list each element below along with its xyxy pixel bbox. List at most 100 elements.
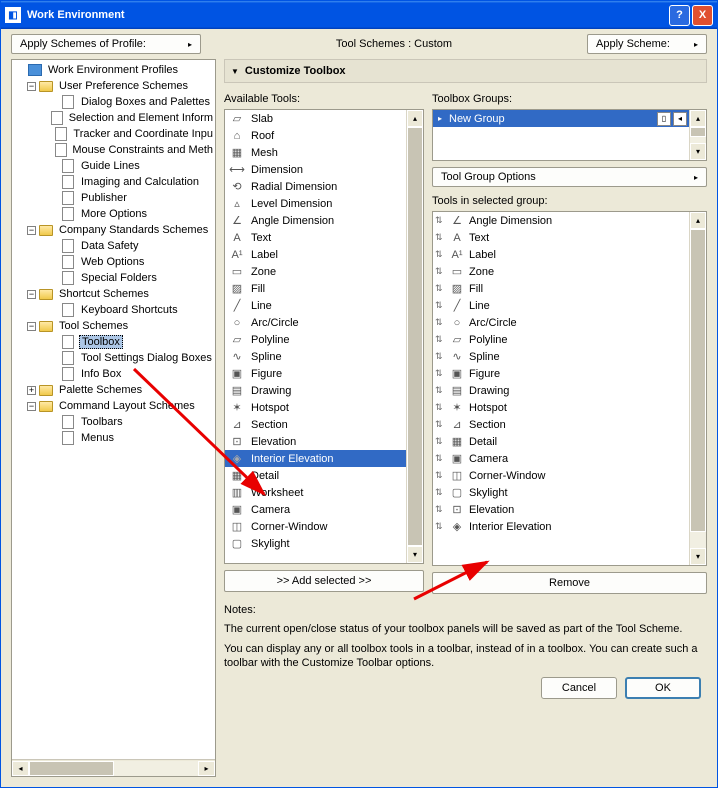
section-header[interactable]: ▼ Customize Toolbox xyxy=(224,59,707,83)
available-tool-item[interactable]: ⌂Roof xyxy=(225,127,406,144)
selected-tool-item[interactable]: ⇅⊡Elevation xyxy=(433,501,689,518)
selected-tool-item[interactable]: ⇅AText xyxy=(433,229,689,246)
selected-tool-item[interactable]: ⇅∿Spline xyxy=(433,348,689,365)
available-tool-item[interactable]: ⊿Section xyxy=(225,416,406,433)
scroll-track[interactable] xyxy=(29,761,198,776)
close-button[interactable]: X xyxy=(692,5,713,26)
drag-handle-icon[interactable]: ⇅ xyxy=(435,453,445,464)
tree-item[interactable]: Tool Settings Dialog Boxes xyxy=(12,350,215,366)
tree-item[interactable]: Toolbox xyxy=(12,334,215,350)
drag-handle-icon[interactable]: ⇅ xyxy=(435,334,445,345)
available-tool-item[interactable]: ▣Camera xyxy=(225,501,406,518)
selected-tool-item[interactable]: ⇅▣Camera xyxy=(433,450,689,467)
available-tool-item[interactable]: ▵Level Dimension xyxy=(225,195,406,212)
available-scrollbar[interactable]: ▴ ▾ xyxy=(406,110,423,563)
tree-toggle-icon[interactable]: − xyxy=(27,82,36,91)
drag-handle-icon[interactable]: ⇅ xyxy=(435,249,445,260)
available-tool-item[interactable]: A¹Label xyxy=(225,246,406,263)
add-selected-button[interactable]: >> Add selected >> xyxy=(224,570,424,592)
tree-toggle-icon[interactable]: − xyxy=(27,402,36,411)
available-tool-item[interactable]: ▤Drawing xyxy=(225,382,406,399)
group-lock-icon[interactable]: ◂ xyxy=(673,112,687,126)
available-tool-item[interactable]: ▣Figure xyxy=(225,365,406,382)
tree-item[interactable]: Web Options xyxy=(12,254,215,270)
available-tool-item[interactable]: ▱Polyline xyxy=(225,331,406,348)
tree-toggle-icon[interactable]: + xyxy=(27,386,36,395)
scroll-thumb[interactable] xyxy=(690,229,706,532)
scroll-down-button[interactable]: ▾ xyxy=(690,143,706,160)
selected-tool-item[interactable]: ⇅◫Corner-Window xyxy=(433,467,689,484)
drag-handle-icon[interactable]: ⇅ xyxy=(435,385,445,396)
drag-handle-icon[interactable]: ⇅ xyxy=(435,504,445,515)
drag-handle-icon[interactable]: ⇅ xyxy=(435,215,445,226)
selected-scrollbar[interactable]: ▴ ▾ xyxy=(689,212,706,565)
drag-handle-icon[interactable]: ⇅ xyxy=(435,317,445,328)
tree-h-scrollbar[interactable]: ◂ ▸ xyxy=(12,759,215,776)
drag-handle-icon[interactable]: ⇅ xyxy=(435,232,445,243)
scroll-down-button[interactable]: ▾ xyxy=(407,546,423,563)
selected-tool-item[interactable]: ⇅╱Line xyxy=(433,297,689,314)
drag-handle-icon[interactable]: ⇅ xyxy=(435,266,445,277)
toolbox-groups-list[interactable]: ▸New Group▯◂ ▴ ▾ xyxy=(432,109,707,161)
available-tool-item[interactable]: ▦Mesh xyxy=(225,144,406,161)
scroll-left-button[interactable]: ◂ xyxy=(12,761,29,776)
available-tool-item[interactable]: ╱Line xyxy=(225,297,406,314)
tree-item[interactable]: Mouse Constraints and Meth xyxy=(12,142,215,158)
selected-tool-item[interactable]: ⇅▨Fill xyxy=(433,280,689,297)
tree-item[interactable]: −Shortcut Schemes xyxy=(12,286,215,302)
drag-handle-icon[interactable]: ⇅ xyxy=(435,419,445,430)
tree-item[interactable]: Publisher xyxy=(12,190,215,206)
selected-tool-item[interactable]: ⇅A¹Label xyxy=(433,246,689,263)
available-tool-item[interactable]: ▨Fill xyxy=(225,280,406,297)
available-tool-item[interactable]: AText xyxy=(225,229,406,246)
selected-tools-list[interactable]: ⇅∠Angle Dimension⇅AText⇅A¹Label⇅▭Zone⇅▨F… xyxy=(432,211,707,566)
tree-item[interactable]: +Palette Schemes xyxy=(12,382,215,398)
selected-tool-item[interactable]: ⇅✶Hotspot xyxy=(433,399,689,416)
drag-handle-icon[interactable]: ⇅ xyxy=(435,368,445,379)
remove-button[interactable]: Remove xyxy=(432,572,707,594)
tree-item[interactable]: Selection and Element Inform xyxy=(12,110,215,126)
tree-item[interactable]: Special Folders xyxy=(12,270,215,286)
available-tool-item[interactable]: ◈Interior Elevation xyxy=(225,450,406,467)
available-tool-item[interactable]: ▥Worksheet xyxy=(225,484,406,501)
cancel-button[interactable]: Cancel xyxy=(541,677,617,699)
available-tool-item[interactable]: ⟷Dimension xyxy=(225,161,406,178)
scroll-down-button[interactable]: ▾ xyxy=(690,548,706,565)
selected-tool-item[interactable]: ⇅▦Detail xyxy=(433,433,689,450)
apply-scheme-dropdown[interactable]: Apply Scheme: ▸ xyxy=(587,34,707,54)
available-tool-item[interactable]: ⊡Elevation xyxy=(225,433,406,450)
tree-item[interactable]: Info Box xyxy=(12,366,215,382)
tree-item[interactable]: Guide Lines xyxy=(12,158,215,174)
drag-handle-icon[interactable]: ⇅ xyxy=(435,436,445,447)
tree-item[interactable]: Menus xyxy=(12,430,215,446)
tool-group-options-dropdown[interactable]: Tool Group Options ▸ xyxy=(432,167,707,187)
apply-profile-dropdown[interactable]: Apply Schemes of Profile: ▸ xyxy=(11,34,201,54)
selected-tool-item[interactable]: ⇅○Arc/Circle xyxy=(433,314,689,331)
tree-item[interactable]: Tracker and Coordinate Inpu xyxy=(12,126,215,142)
groups-scrollbar[interactable]: ▴ ▾ xyxy=(689,110,706,160)
tree-toggle-icon[interactable]: − xyxy=(27,290,36,299)
toolbox-group-item[interactable]: ▸New Group▯◂ xyxy=(433,110,689,127)
ok-button[interactable]: OK xyxy=(625,677,701,699)
scroll-thumb[interactable] xyxy=(690,127,706,137)
available-tool-item[interactable]: ◫Corner-Window xyxy=(225,518,406,535)
available-tool-item[interactable]: ⟲Radial Dimension xyxy=(225,178,406,195)
tree-item[interactable]: Dialog Boxes and Palettes xyxy=(12,94,215,110)
help-button[interactable]: ? xyxy=(669,5,690,26)
tree-item[interactable]: Work Environment Profiles xyxy=(12,62,215,78)
tree-toggle-icon[interactable]: − xyxy=(27,226,36,235)
scroll-up-button[interactable]: ▴ xyxy=(690,110,706,127)
available-tools-list[interactable]: ▱Slab⌂Roof▦Mesh⟷Dimension⟲Radial Dimensi… xyxy=(224,109,424,564)
selected-tool-item[interactable]: ⇅∠Angle Dimension xyxy=(433,212,689,229)
scroll-up-button[interactable]: ▴ xyxy=(690,212,706,229)
tree-item[interactable]: Data Safety xyxy=(12,238,215,254)
drag-handle-icon[interactable]: ⇅ xyxy=(435,351,445,362)
available-tool-item[interactable]: ○Arc/Circle xyxy=(225,314,406,331)
available-tool-item[interactable]: ▢Skylight xyxy=(225,535,406,552)
tree-item[interactable]: −Tool Schemes xyxy=(12,318,215,334)
tree-item[interactable]: Keyboard Shortcuts xyxy=(12,302,215,318)
scroll-right-button[interactable]: ▸ xyxy=(198,761,215,776)
selected-tool-item[interactable]: ⇅▣Figure xyxy=(433,365,689,382)
selected-tool-item[interactable]: ⇅▱Polyline xyxy=(433,331,689,348)
available-tool-item[interactable]: ∿Spline xyxy=(225,348,406,365)
